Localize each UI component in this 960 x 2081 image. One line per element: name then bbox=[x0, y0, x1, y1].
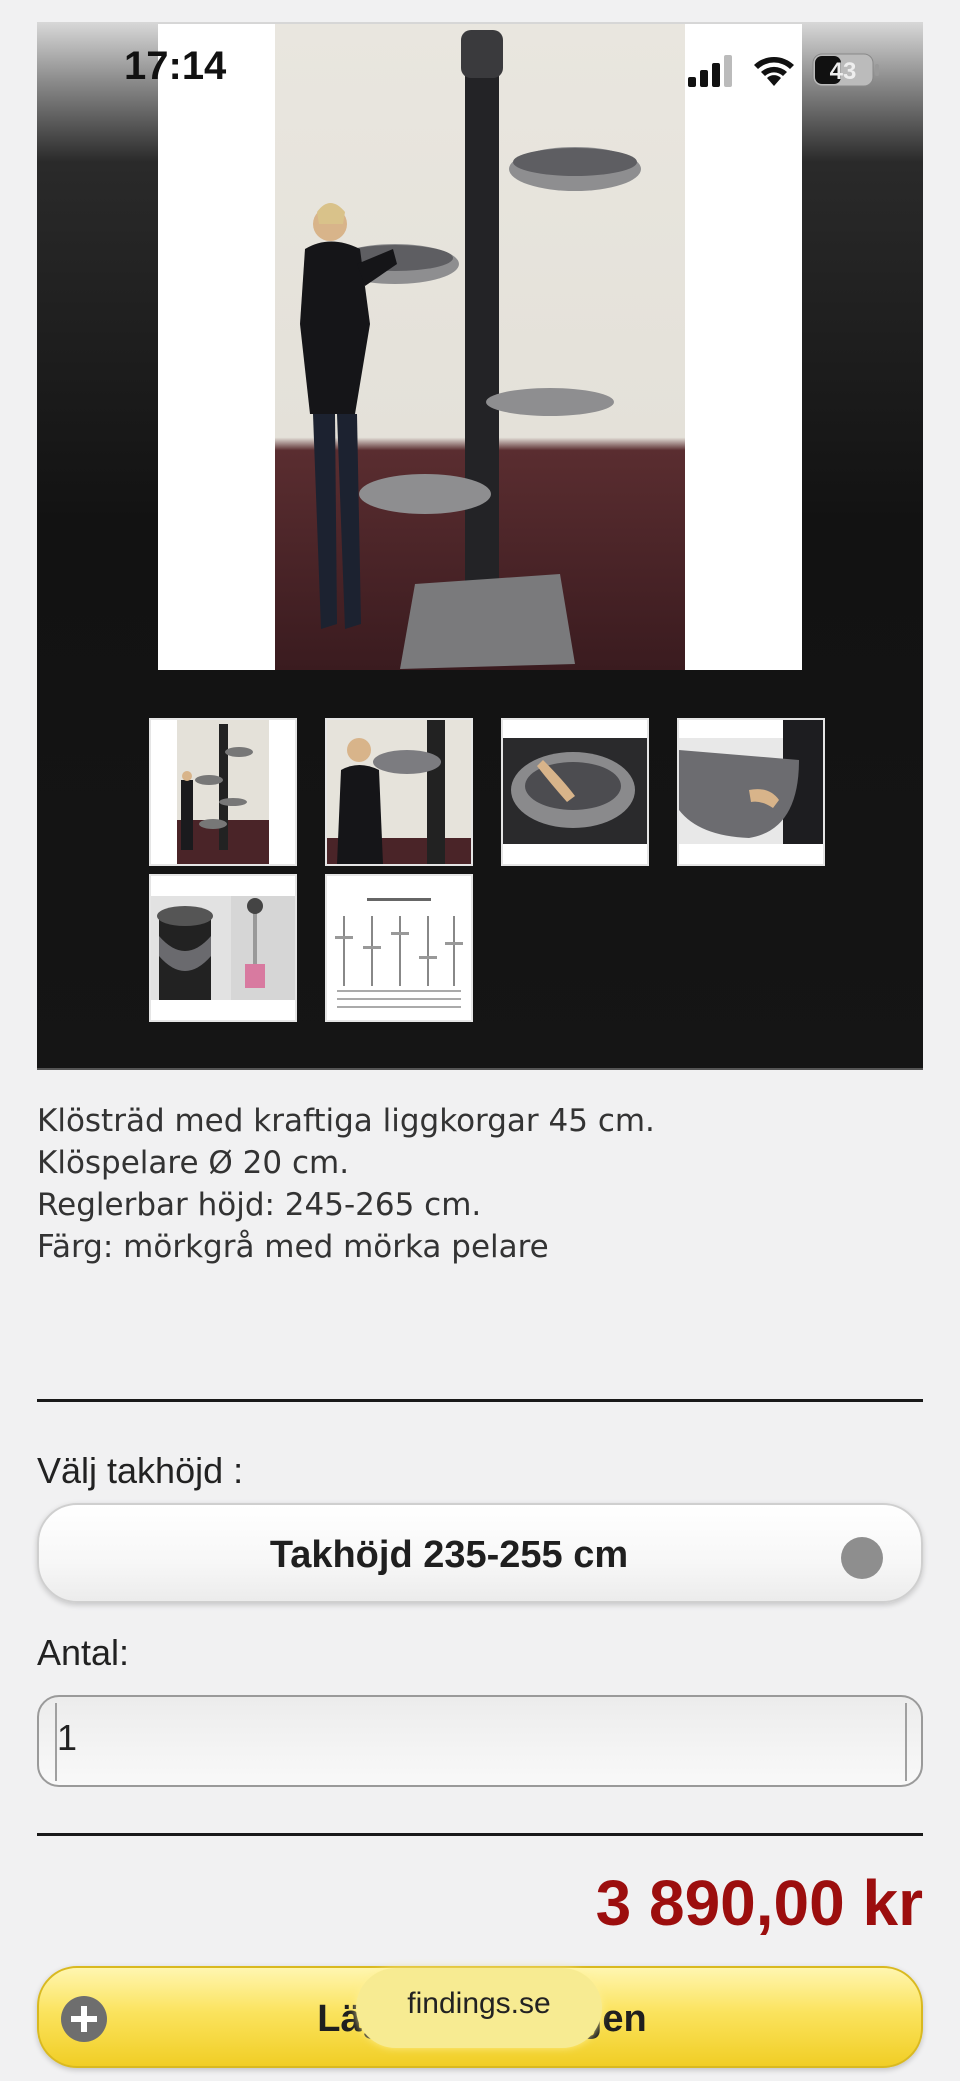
description-line: Färg: mörkgrå med mörka pelare bbox=[37, 1229, 549, 1265]
divider bbox=[37, 1399, 923, 1402]
signal-icon bbox=[688, 55, 732, 87]
thumbnail-full-tree[interactable] bbox=[149, 718, 297, 866]
quantity-field[interactable]: 1 bbox=[37, 1695, 923, 1787]
address-bar-url: findings.se bbox=[407, 1987, 551, 2020]
description-line: Reglerbar höjd: 245-265 cm. bbox=[37, 1187, 482, 1223]
thumbnail-dimension-drawing[interactable] bbox=[325, 874, 473, 1022]
ceiling-height-select[interactable]: Takhöjd 235-255 cm bbox=[37, 1503, 923, 1603]
ceiling-height-label: Välj takhöjd : bbox=[37, 1450, 244, 1491]
ceiling-height-value: Takhöjd 235-255 cm bbox=[269, 1534, 629, 1576]
battery-icon: 43 bbox=[812, 53, 879, 87]
address-bar-pill[interactable]: findings.se bbox=[356, 1968, 602, 2048]
quantity-field-inner bbox=[55, 1703, 907, 1781]
thumbnail-woman-and-tree[interactable] bbox=[325, 718, 473, 866]
quantity-label: Antal: bbox=[37, 1632, 130, 1673]
wifi-icon bbox=[754, 57, 794, 86]
product-gallery bbox=[37, 22, 923, 1070]
divider bbox=[37, 1833, 923, 1836]
thumbnail-pillar-top[interactable] bbox=[149, 874, 297, 1022]
quantity-value: 1 bbox=[57, 1717, 78, 1758]
product-description: Klösträd med kraftiga liggkorgar 45 cm. … bbox=[37, 1100, 923, 1268]
status-time: 17:14 bbox=[124, 44, 227, 88]
battery-level: 43 bbox=[830, 58, 857, 85]
status-bar: 17:14 43 bbox=[0, 0, 960, 140]
description-line: Klösträd med kraftiga liggkorgar 45 cm. bbox=[37, 1103, 655, 1139]
thumbnail-basket-side[interactable] bbox=[677, 718, 825, 866]
select-indicator-icon bbox=[841, 1537, 883, 1579]
description-line: Klöspelare Ø 20 cm. bbox=[37, 1145, 350, 1181]
thumbnail-basket-hand[interactable] bbox=[501, 718, 649, 866]
thumbnail-grid bbox=[149, 718, 829, 1048]
product-price: 3 890,00 kr bbox=[595, 1867, 923, 1939]
